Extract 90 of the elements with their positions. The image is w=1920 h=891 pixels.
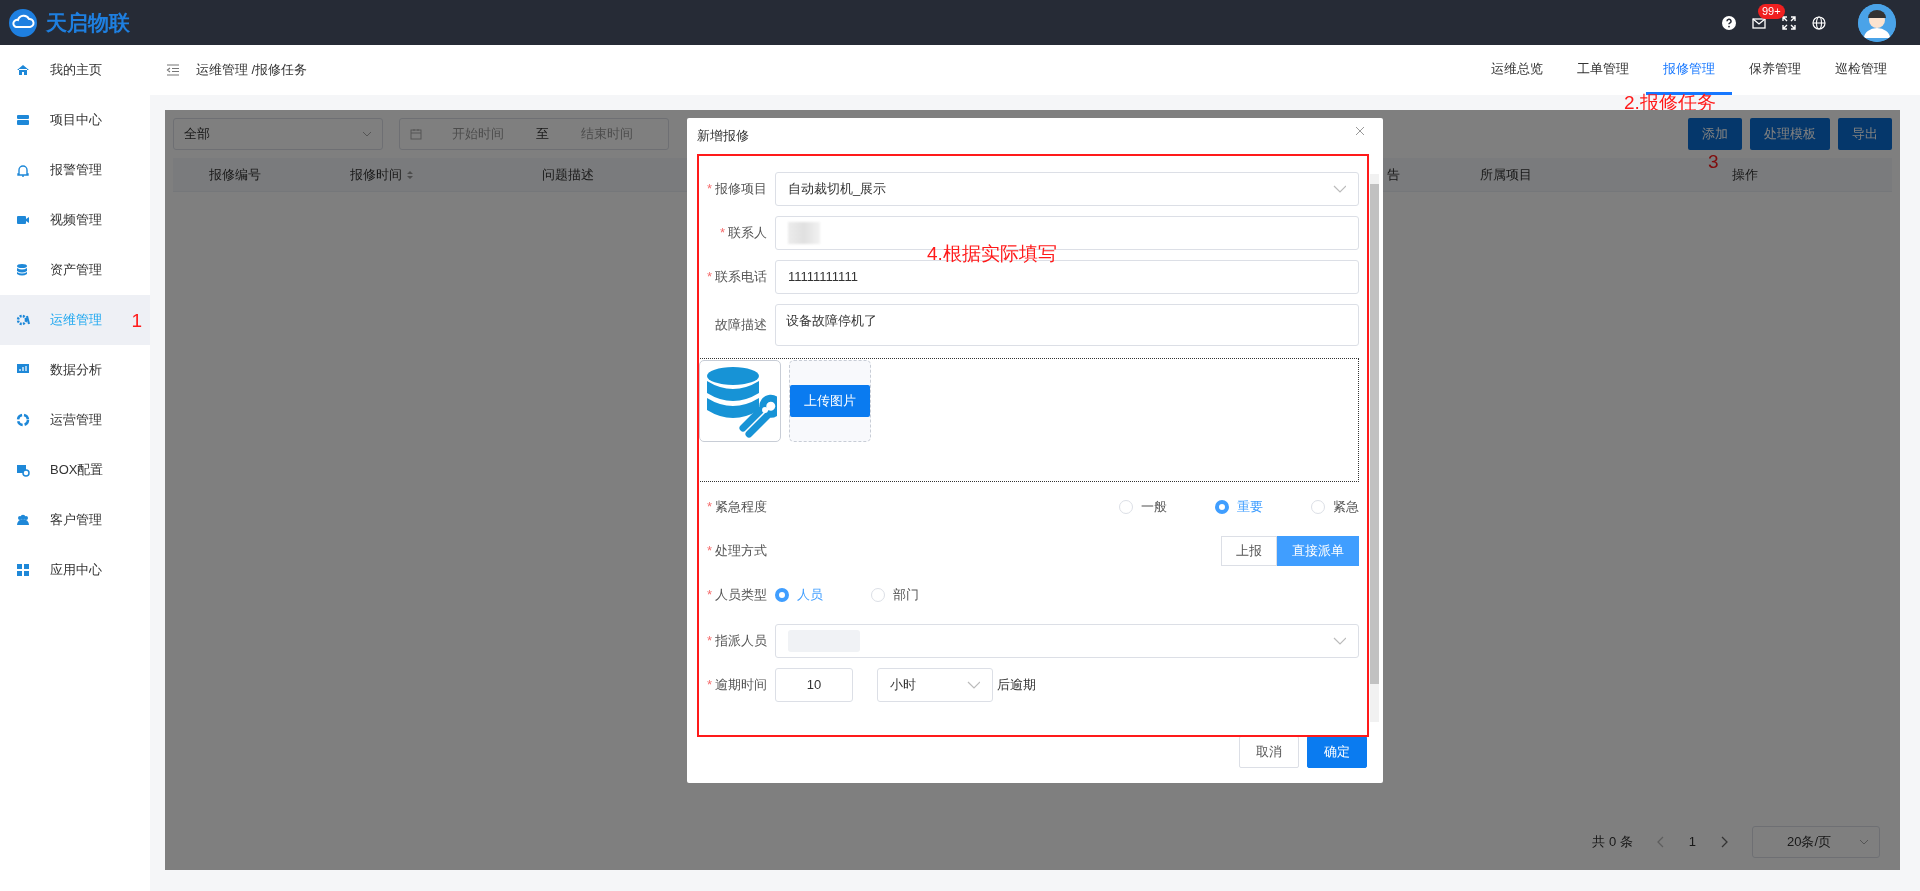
required-mark: * [706, 181, 712, 197]
cloud-logo-icon [8, 7, 38, 38]
field-label: 故障描述 [715, 317, 767, 333]
required-mark: * [706, 677, 712, 693]
cancel-button[interactable]: 取消 [1239, 736, 1299, 768]
chevron-down-icon [1333, 637, 1346, 645]
select-value: 小时 [890, 676, 916, 695]
user-avatar[interactable] [1858, 3, 1896, 42]
radio-option[interactable]: 一般 [1119, 497, 1167, 517]
field-label: 联系电话 [715, 269, 767, 285]
column-header: 操作 [1732, 165, 1758, 184]
field-label: 逾期时间 [715, 677, 767, 693]
app-grid-icon [16, 563, 30, 577]
description-field[interactable]: 设备故障停机了 [775, 304, 1359, 346]
menu-collapse-icon[interactable] [166, 64, 180, 76]
image-thumbnail[interactable] [699, 360, 781, 442]
required-mark: * [706, 587, 712, 603]
breadcrumb: 运维管理 /报修任务 [196, 61, 308, 80]
sidebar-item[interactable]: 报警管理 [0, 145, 150, 195]
calendar-icon [410, 128, 422, 140]
number-field[interactable]: 10 [775, 668, 853, 702]
page-size-select[interactable]: 20条/页 [1752, 826, 1880, 858]
status-select[interactable]: 全部 [173, 118, 383, 150]
nav-tab[interactable]: 保养管理 [1732, 45, 1818, 95]
segment-button[interactable]: 上报 [1221, 536, 1277, 566]
scrollbar[interactable] [1370, 174, 1379, 722]
select-value: 自动裁切机_展示 [788, 180, 887, 199]
chevron-down-icon [1859, 839, 1869, 845]
required-mark: * [706, 543, 712, 559]
mail-icon[interactable] [1752, 15, 1766, 30]
suffix-text: 后逾期 [997, 676, 1036, 695]
required-mark: * [706, 269, 712, 285]
field-label: 紧急程度 [715, 499, 767, 515]
page-number[interactable]: 1 [1688, 832, 1696, 852]
sidebar-item[interactable]: 视频管理 [0, 195, 150, 245]
database-icon [16, 263, 30, 277]
brand-name: 天启物联 [46, 9, 130, 36]
config-icon [16, 463, 30, 477]
sidebar-item[interactable]: BOX配置 [0, 445, 150, 495]
total-count: 共 0 条 [1592, 833, 1633, 852]
users-icon [16, 513, 30, 527]
column-header: 报修编号 [209, 165, 261, 184]
required-mark: * [706, 499, 712, 515]
column-header: 所属项目 [1480, 165, 1532, 184]
chevron-down-icon [362, 131, 372, 137]
gear-icon [16, 313, 30, 327]
column-header: 问题描述 [542, 165, 594, 184]
sidebar-item[interactable]: 项目中心 [0, 95, 150, 145]
nav-tab[interactable]: 工单管理 [1560, 45, 1646, 95]
sidebar-item[interactable]: 资产管理 [0, 245, 150, 295]
notification-badge: 99+ [1758, 3, 1785, 19]
nav-tab[interactable]: 报修管理 [1646, 45, 1732, 95]
upload-button[interactable]: 上传图片 [790, 385, 870, 417]
close-icon[interactable] [1355, 126, 1365, 136]
chevron-down-icon [1333, 185, 1346, 193]
field-label: 报修项目 [715, 181, 767, 197]
field-label: 指派人员 [715, 633, 767, 649]
home-icon [16, 63, 30, 77]
chevron-down-icon [967, 681, 980, 689]
radio-option[interactable]: 部门 [871, 585, 919, 605]
video-camera-icon [16, 213, 30, 227]
radio-option[interactable]: 紧急 [1311, 497, 1359, 517]
confirm-button[interactable]: 确定 [1307, 736, 1367, 768]
column-header: 告 [1387, 165, 1400, 184]
field-label: 人员类型 [715, 587, 767, 603]
dialog-title: 新增报修 [697, 127, 749, 145]
unit-select[interactable]: 小时 [877, 668, 993, 702]
annotation-text: 1 [131, 309, 142, 333]
nav-tab[interactable]: 运维总览 [1474, 45, 1560, 95]
sidebar-item[interactable]: 应用中心 [0, 545, 150, 595]
sidebar-item[interactable]: 运营管理 [0, 395, 150, 445]
project-select[interactable]: 自动裁切机_展示 [775, 172, 1359, 206]
field-label: 处理方式 [715, 543, 767, 559]
column-header: 报修时间 [350, 165, 402, 184]
cycle-icon [16, 413, 30, 427]
fullscreen-icon[interactable] [1782, 15, 1796, 30]
bell-icon [16, 163, 30, 177]
nav-tab[interactable]: 巡检管理 [1818, 45, 1904, 95]
sidebar-item[interactable]: 数据分析 [0, 345, 150, 395]
drawer-icon [16, 113, 30, 127]
sidebar-item[interactable]: 客户管理 [0, 495, 150, 545]
sidebar-item[interactable]: 我的主页 [0, 45, 150, 95]
annotation-text: 3 [1708, 150, 1719, 174]
help-icon[interactable] [1722, 15, 1736, 30]
field-value: 11111111111 [788, 268, 858, 287]
globe-icon[interactable] [1812, 15, 1826, 30]
next-page-icon[interactable] [1720, 836, 1728, 848]
field-label: 联系人 [728, 225, 767, 241]
required-mark: * [719, 225, 725, 241]
required-mark: * [706, 633, 712, 649]
